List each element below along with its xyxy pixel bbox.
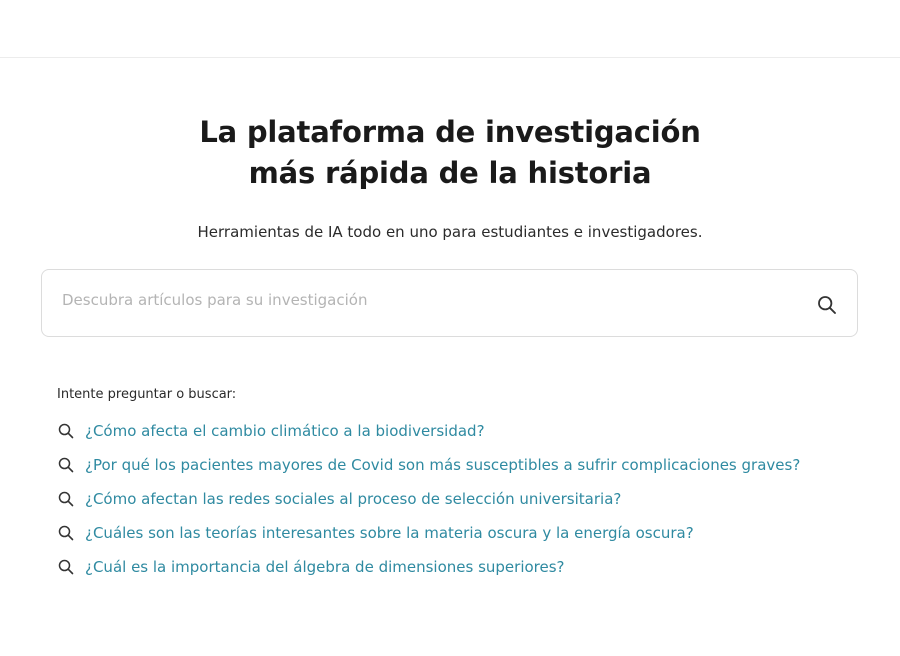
page-title-line-2: más rápida de la historia (248, 156, 652, 190)
suggestions-label: Intente preguntar o buscar: (57, 387, 237, 402)
search-icon (57, 422, 75, 440)
search-icon (57, 558, 75, 576)
search-button[interactable] (797, 270, 857, 336)
suggestion-link[interactable]: ¿Cómo afectan las redes sociales al proc… (85, 490, 621, 508)
search-icon (57, 524, 75, 542)
page-title: La plataforma de investigación más rápid… (0, 112, 900, 194)
suggestion-item[interactable]: ¿Por qué los pacientes mayores de Covid … (57, 452, 857, 486)
search-icon (57, 456, 75, 474)
suggestion-link[interactable]: ¿Cuál es la importancia del álgebra de d… (85, 558, 565, 576)
search-icon (57, 490, 75, 508)
suggestion-link[interactable]: ¿Cuáles son las teorías interesantes sob… (85, 524, 694, 542)
suggestion-item[interactable]: ¿Cómo afectan las redes sociales al proc… (57, 486, 857, 520)
suggestion-link[interactable]: ¿Cómo afecta el cambio climático a la bi… (85, 422, 485, 440)
top-navigation-bar (0, 0, 900, 58)
search-box (41, 267, 858, 337)
page-title-line-1: La plataforma de investigación (199, 115, 701, 149)
suggestion-item[interactable]: ¿Cuáles son las teorías interesantes sob… (57, 520, 857, 554)
suggestions-section: Intente preguntar o buscar: ¿Cómo afecta… (57, 386, 857, 588)
page-subtitle: Herramientas de IA todo en uno para estu… (197, 223, 703, 241)
suggestion-item[interactable]: ¿Cuál es la importancia del álgebra de d… (57, 554, 857, 588)
suggestion-link[interactable]: ¿Por qué los pacientes mayores de Covid … (85, 456, 800, 474)
search-input[interactable] (42, 267, 797, 333)
hero-section: La plataforma de investigación más rápid… (0, 112, 900, 242)
suggestion-item[interactable]: ¿Cómo afecta el cambio climático a la bi… (57, 418, 857, 452)
search-icon (818, 296, 836, 314)
